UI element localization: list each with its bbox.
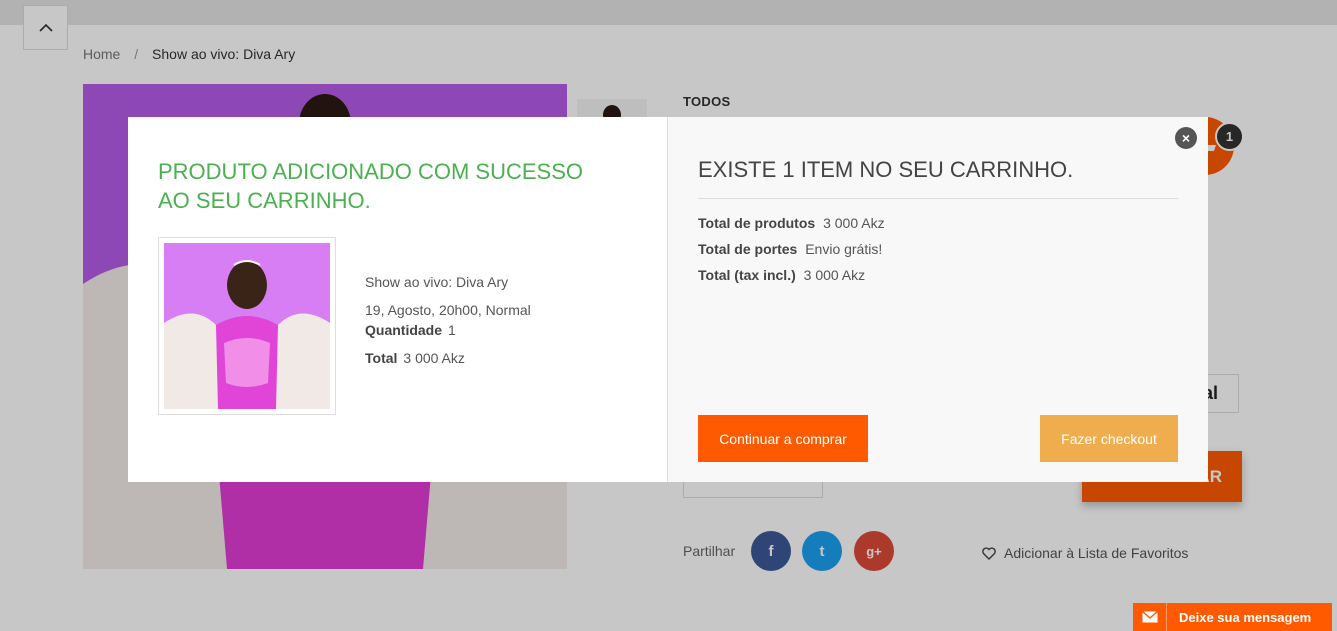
total-tax-value: 3 000 Akz xyxy=(803,267,866,283)
leave-message-label: Deixe sua mensagem xyxy=(1179,609,1312,625)
success-title: PRODUTO ADICIONADO COM SUCESSO AO SEU CA… xyxy=(158,159,583,213)
quantity-label: Quantidade xyxy=(365,322,443,338)
total-tax-row: Total (tax incl.) 3 000 Akz xyxy=(698,267,1178,283)
envelope-icon xyxy=(1133,603,1167,631)
checkout-button[interactable]: Fazer checkout xyxy=(1040,415,1178,462)
modal-product-panel: PRODUTO ADICIONADO COM SUCESSO AO SEU CA… xyxy=(128,117,668,482)
quantity-value: 1 xyxy=(448,322,456,338)
total-shipping-row: Total de portes Envio grátis! xyxy=(698,241,1178,257)
modal-product-name: Show ao vivo: Diva Ary xyxy=(365,274,509,290)
total-shipping-label: Total de portes xyxy=(698,241,798,257)
total-products-row: Total de produtos 3 000 Akz xyxy=(698,215,1178,231)
total-products-label: Total de produtos xyxy=(698,215,816,231)
continue-shopping-button[interactable]: Continuar a comprar xyxy=(698,415,868,462)
modal-product-info: Show ao vivo: Diva Ary 19, Agosto, 20h00… xyxy=(365,274,531,378)
cart-confirmation-modal: PRODUTO ADICIONADO COM SUCESSO AO SEU CA… xyxy=(128,117,1208,482)
modal-product-quantity: Quantidade 1 xyxy=(365,322,531,338)
modal-product-total: Total 3 000 Akz xyxy=(365,350,531,366)
leave-message-tab[interactable]: Deixe sua mensagem xyxy=(1133,603,1332,631)
total-label: Total xyxy=(365,350,398,366)
modal-product-attributes: 19, Agosto, 20h00, Normal xyxy=(365,302,531,318)
total-tax-label: Total (tax incl.) xyxy=(698,267,796,283)
cart-summary-title: EXISTE 1 ITEM NO SEU CARRINHO. xyxy=(698,157,1178,199)
total-shipping-value: Envio grátis! xyxy=(805,241,883,257)
total-products-value: 3 000 Akz xyxy=(823,215,885,231)
total-value: 3 000 Akz xyxy=(403,350,465,366)
close-icon[interactable]: × xyxy=(1175,127,1197,149)
modal-cart-panel: EXISTE 1 ITEM NO SEU CARRINHO. Total de … xyxy=(668,117,1208,482)
cart-totals: Total de produtos 3 000 Akz Total de por… xyxy=(698,215,1178,283)
modal-product-image xyxy=(158,237,336,415)
